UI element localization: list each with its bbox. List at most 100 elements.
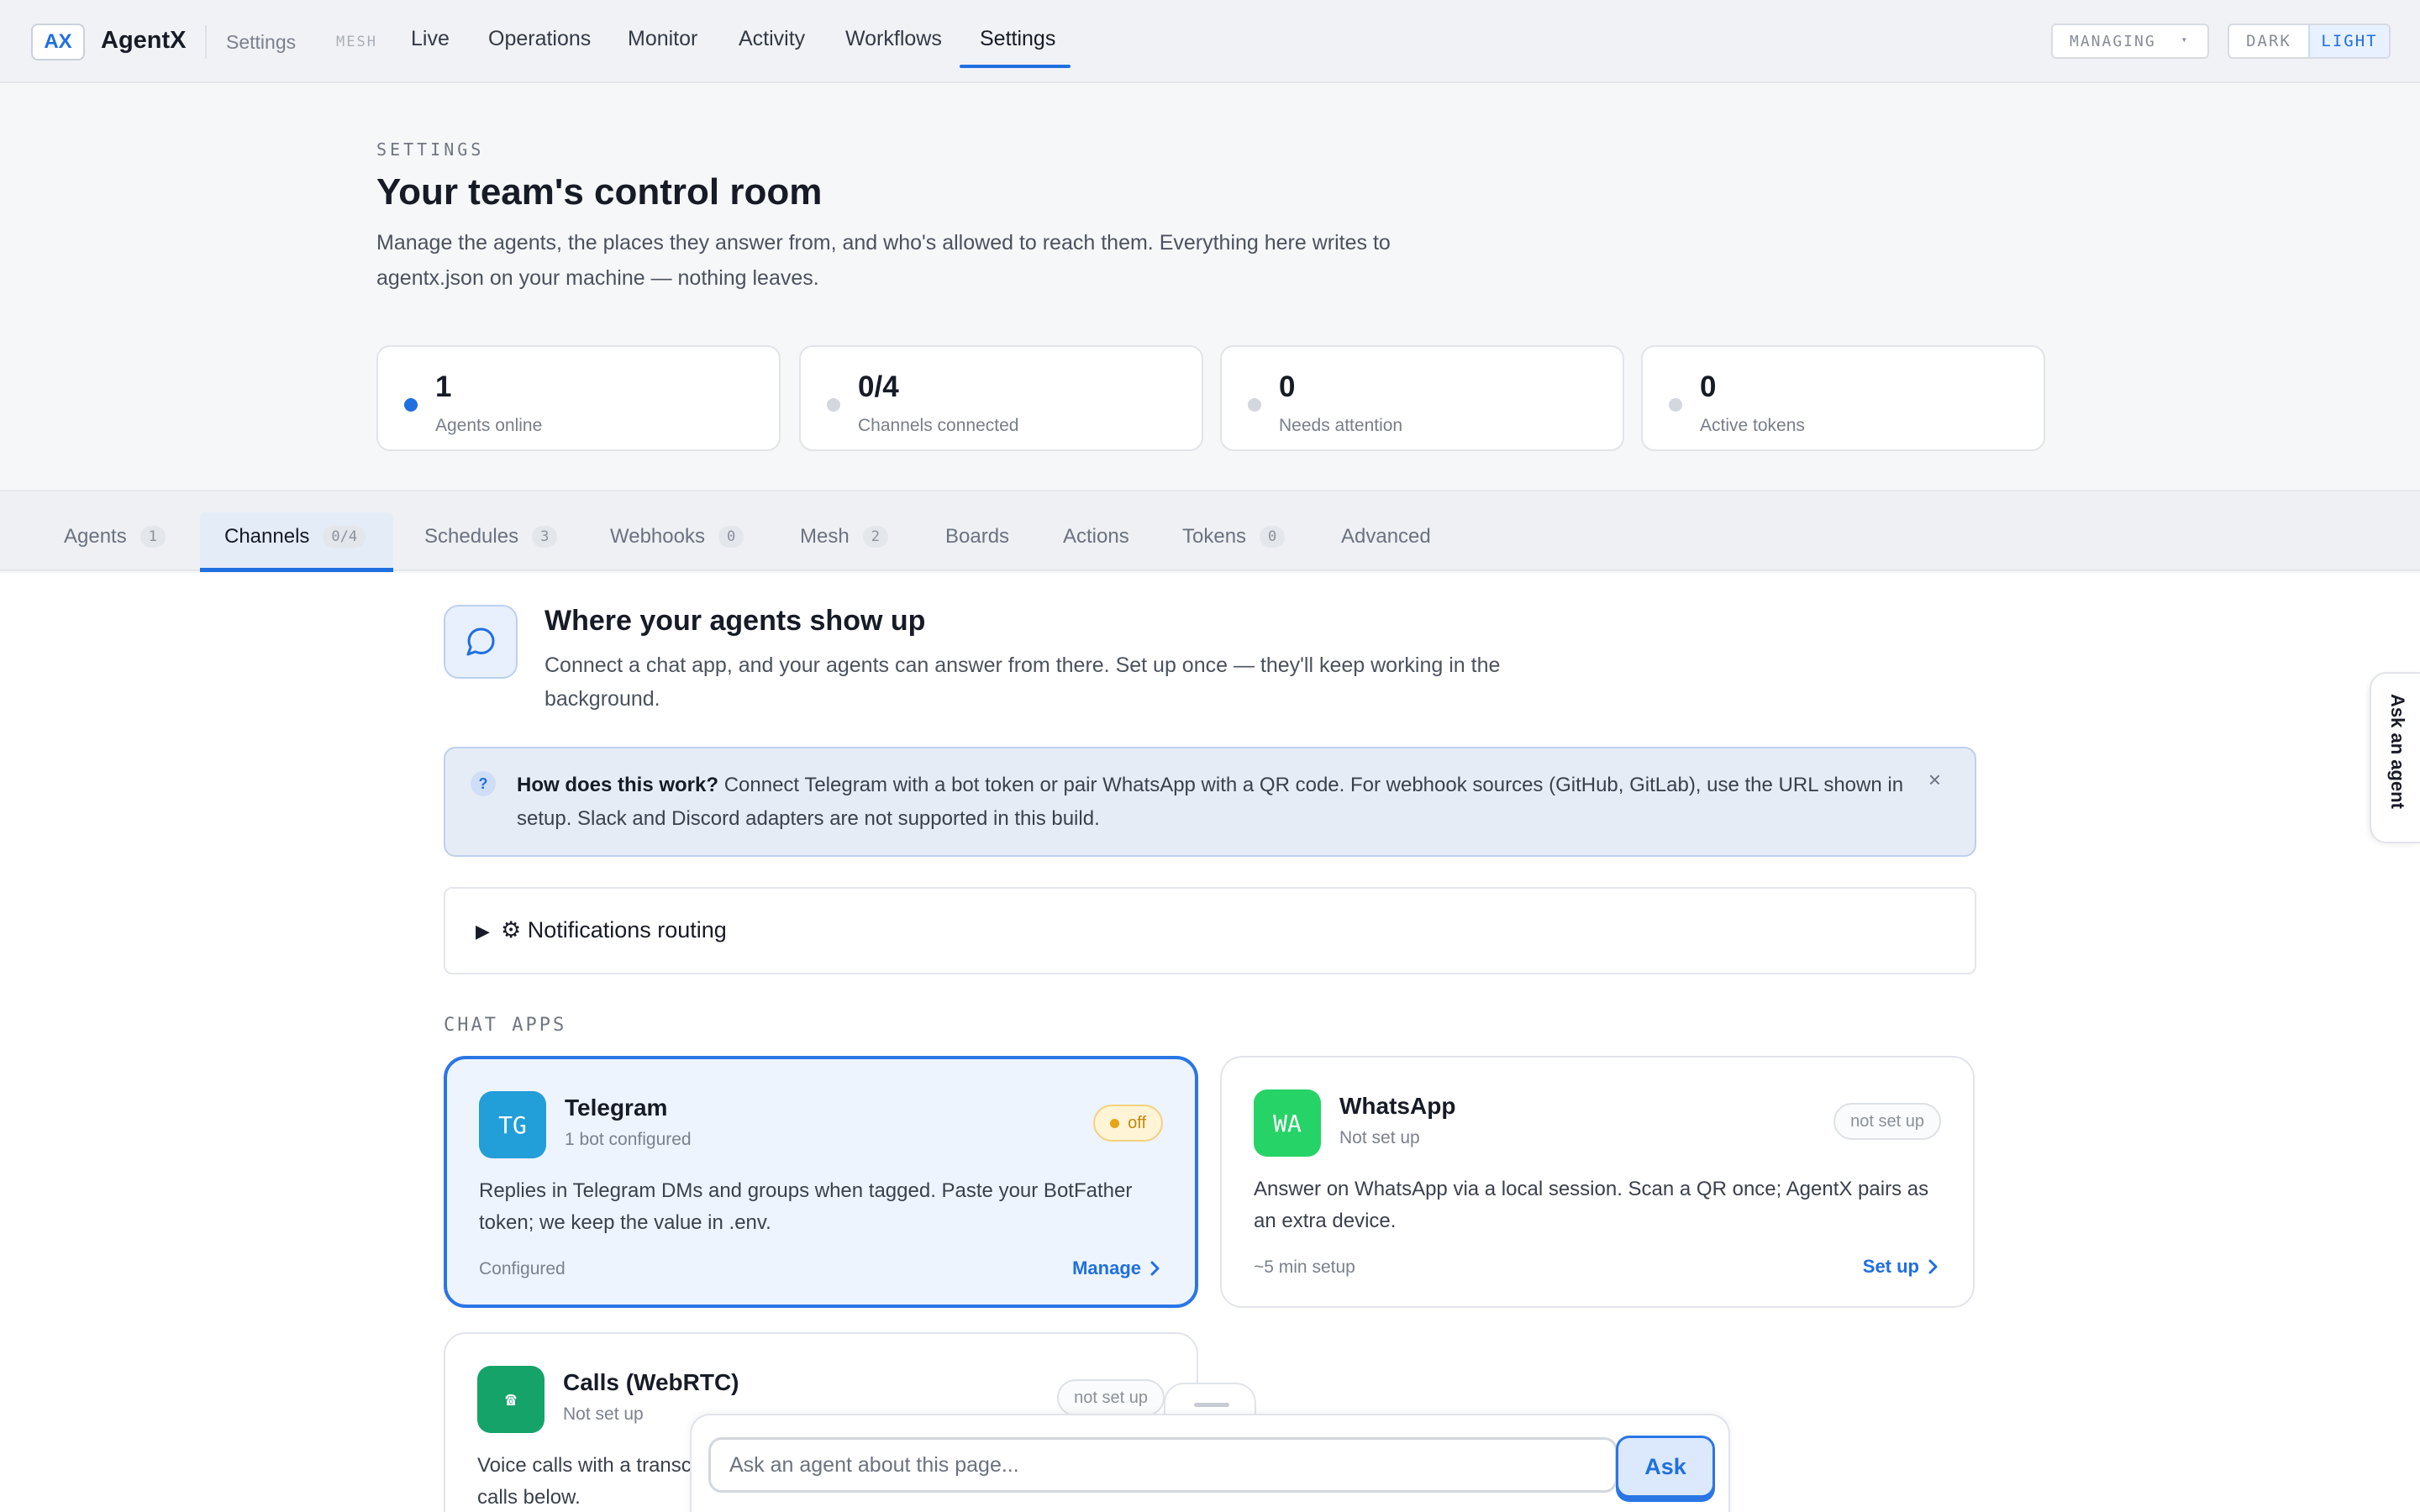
chevron-right-icon [1928, 1259, 1938, 1274]
channel-card-whatsapp[interactable]: WA WhatsApp Not set up not set up Answer… [1220, 1056, 1975, 1308]
theme-light-option[interactable]: LIGHT [2308, 25, 2389, 57]
nav-monitor[interactable]: Monitor [628, 27, 697, 51]
app-logo[interactable]: AX [31, 24, 85, 60]
channel-description: Replies in Telegram DMs and groups when … [479, 1179, 1133, 1234]
channel-name: Calls (WebRTC) [563, 1369, 739, 1395]
app-name[interactable]: AgentX [101, 27, 187, 55]
tab-label: Advanced [1341, 525, 1431, 548]
managing-dropdown[interactable]: MANAGING ▾ [2051, 24, 2209, 59]
tab-tokens[interactable]: Tokens 0 [1182, 525, 1286, 549]
chat-bubble-icon [444, 605, 518, 679]
info-heading: How does this work? [517, 774, 719, 796]
tab-label: Agents [64, 525, 127, 548]
phone-icon: ☎ [477, 1366, 544, 1433]
side-tab-label: Ask an agent [2387, 694, 2408, 809]
channel-card-telegram[interactable]: TG Telegram 1 bot configured off Replies… [444, 1056, 1198, 1308]
tab-mesh[interactable]: Mesh 2 [800, 525, 888, 549]
page-description: Manage the agents, the places they answe… [376, 231, 1391, 290]
chevron-right-icon [1150, 1261, 1160, 1276]
theme-dark-option[interactable]: DARK [2229, 25, 2308, 57]
breadcrumb: Settings [226, 31, 297, 53]
ask-bar: Ask [690, 1414, 1730, 1512]
channel-footer: ~5 min setup [1254, 1257, 1355, 1277]
managing-label: MANAGING [2070, 32, 2156, 50]
tab-count-badge: 1 [139, 526, 166, 548]
status-dot-icon [404, 398, 418, 412]
set-up-label: Set up [1862, 1256, 1919, 1277]
section-title: Where your agents show up [544, 605, 926, 637]
tab-label: Boards [945, 525, 1010, 548]
nav-live[interactable]: Live [411, 27, 450, 51]
channel-name: WhatsApp [1339, 1093, 1456, 1119]
tab-count-badge: 0 [1260, 526, 1286, 548]
tab-count-badge: 2 [862, 526, 888, 548]
triangle-right-icon: ▶ [476, 921, 490, 942]
tab-webhooks[interactable]: Webhooks 0 [610, 525, 744, 549]
whatsapp-avatar: WA [1254, 1089, 1321, 1157]
page-title: Your team's control room [376, 171, 823, 213]
tab-actions[interactable]: Actions [1063, 525, 1129, 549]
theme-toggle[interactable]: DARK LIGHT [2228, 24, 2391, 59]
tab-channels[interactable]: Channels 0/4 [224, 525, 366, 549]
ask-agent-side-tab[interactable]: Ask an agent [2370, 672, 2420, 843]
stat-label: Active tokens [1700, 416, 1805, 435]
tab-label: Actions [1063, 525, 1129, 548]
status-badge-label: off [1128, 1113, 1146, 1132]
tab-label: Tokens [1182, 525, 1247, 548]
tab-label: Mesh [800, 525, 850, 548]
status-dot-icon [1669, 398, 1682, 412]
tab-active-indicator [200, 568, 393, 572]
nav-activity[interactable]: Activity [739, 27, 805, 51]
stat-value: 1 [435, 370, 452, 403]
stat-label: Agents online [435, 416, 543, 435]
manage-label: Manage [1072, 1257, 1141, 1278]
status-badge: not set up [1057, 1379, 1165, 1416]
info-text: How does this work? Connect Telegram wit… [517, 769, 1920, 836]
set-up-button[interactable]: Set up [1863, 1256, 1939, 1278]
group-label: CHAT APPS [444, 1015, 567, 1036]
tab-count-badge: 3 [532, 526, 558, 548]
drag-handle-icon [1194, 1403, 1229, 1407]
mesh-tag: MESH [336, 34, 377, 50]
nav-operations[interactable]: Operations [488, 27, 591, 51]
manage-button[interactable]: Manage [1072, 1257, 1161, 1279]
tab-boards[interactable]: Boards [945, 525, 1009, 549]
tab-schedules[interactable]: Schedules 3 [424, 525, 558, 549]
section-description: Connect a chat app, and your agents can … [544, 654, 1501, 711]
nav-settings[interactable]: Settings [980, 27, 1055, 51]
tab-label: Channels [224, 525, 310, 548]
stat-label: Channels connected [858, 416, 1019, 435]
page-eyebrow: SETTINGS [376, 139, 485, 160]
ask-button[interactable]: Ask [1616, 1436, 1715, 1498]
nav-workflows[interactable]: Workflows [845, 27, 942, 51]
status-dot-icon [1110, 1118, 1120, 1128]
channel-description: Answer on WhatsApp via a local session. … [1254, 1178, 1929, 1232]
status-badge: off [1093, 1105, 1163, 1142]
caret-down-icon: ▾ [2181, 34, 2189, 45]
status-dot-icon [827, 398, 840, 412]
info-callout: ? How does this work? Connect Telegram w… [444, 747, 1976, 857]
stat-label: Needs attention [1279, 416, 1403, 435]
tab-agents[interactable]: Agents 1 [64, 525, 166, 549]
notifications-routing-toggle[interactable]: ▶ ⚙ Notifications routing [444, 887, 1976, 974]
stat-card-channels-connected: 0/4 Channels connected [799, 345, 1203, 451]
tab-label: Schedules [424, 525, 519, 548]
tab-count-badge: 0/4 [323, 526, 366, 548]
stat-card-needs-attention: 0 Needs attention [1220, 345, 1624, 451]
channel-name: Telegram [565, 1095, 668, 1121]
status-dot-icon [1248, 398, 1261, 412]
info-body: Connect Telegram with a bot token or pai… [517, 774, 1904, 830]
stat-value: 0 [1700, 370, 1717, 403]
channel-footer: Configured [479, 1259, 566, 1278]
close-icon[interactable]: × [1928, 767, 1941, 793]
tab-advanced[interactable]: Advanced [1341, 525, 1431, 549]
stat-value: 0/4 [858, 370, 899, 403]
ask-input[interactable] [708, 1437, 1618, 1493]
question-icon: ? [471, 771, 496, 796]
stat-value: 0 [1279, 370, 1296, 403]
nav-active-indicator [960, 65, 1071, 68]
notifications-routing-label: ⚙ Notifications routing [501, 917, 727, 942]
settings-tab-bar: Agents 1 Channels 0/4 Schedules 3 Webhoo… [0, 490, 2420, 572]
channel-status-text: 1 bot configured [565, 1130, 692, 1149]
divider [205, 25, 207, 59]
